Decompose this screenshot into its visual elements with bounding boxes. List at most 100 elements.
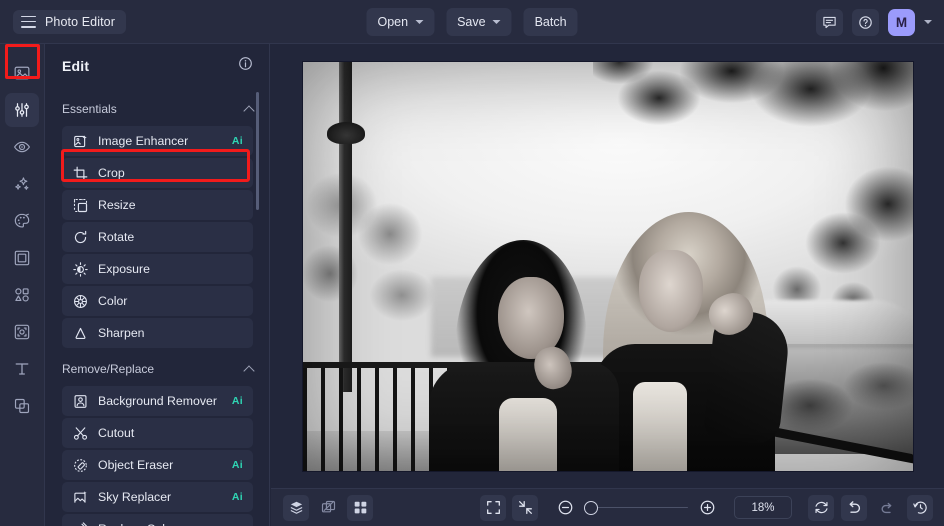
- chevron-down-icon: [415, 20, 424, 24]
- resize-icon: [72, 198, 89, 213]
- fit-to-screen-button[interactable]: [480, 494, 506, 521]
- sliders-icon: [15, 103, 29, 117]
- panel-scrollbar-thumb[interactable]: [256, 92, 259, 210]
- rail-item-focus[interactable]: [5, 315, 39, 349]
- rail-item-text[interactable]: [5, 352, 39, 386]
- avatar[interactable]: M: [888, 8, 915, 36]
- shapes-icon: [15, 288, 29, 302]
- grid-button[interactable]: [347, 494, 373, 521]
- zoom-in-icon: [700, 500, 714, 515]
- layers-button[interactable]: [283, 494, 309, 521]
- background-remover-icon: [72, 394, 89, 409]
- redo-icon: [881, 502, 892, 513]
- rail-item-shapes[interactable]: [5, 278, 39, 312]
- object-eraser-icon: [72, 458, 89, 473]
- panel-item-background-remover[interactable]: Background Remover Ai: [62, 386, 253, 416]
- panel-item-cutout[interactable]: Cutout: [62, 418, 253, 448]
- collapse-arrows-icon: [518, 501, 532, 514]
- frame-icon: [14, 250, 30, 266]
- panel-item-replace-color[interactable]: Replace Color: [62, 514, 253, 526]
- panel-item-color[interactable]: Color: [62, 286, 253, 316]
- canvas-area[interactable]: [271, 44, 944, 488]
- rail-item-image[interactable]: [5, 56, 39, 90]
- sharpen-icon: [72, 326, 89, 341]
- zoom-slider-track: [584, 506, 688, 509]
- rotate-icon: [72, 230, 89, 245]
- photo-preview[interactable]: [302, 61, 913, 471]
- panel-item-exposure[interactable]: Exposure: [62, 254, 253, 284]
- ai-badge: Ai: [231, 459, 243, 471]
- app-title: Photo Editor: [45, 14, 115, 29]
- ai-badge: Ai: [231, 491, 243, 503]
- save-button[interactable]: Save: [446, 7, 512, 36]
- undo-icon: [849, 500, 861, 513]
- palette-icon: [14, 213, 30, 228]
- reset-button[interactable]: [808, 494, 834, 521]
- zoom-tools: 18%: [480, 494, 792, 521]
- group-header-essentials[interactable]: Essentials: [45, 96, 269, 122]
- panel-item-label: Object Eraser: [98, 458, 174, 472]
- panel-item-resize[interactable]: Resize: [62, 190, 253, 220]
- panel-item-image-enhancer[interactable]: Image Enhancer Ai: [62, 126, 253, 156]
- eyedropper-icon: [72, 521, 89, 526]
- open-button[interactable]: Open: [366, 7, 435, 36]
- top-toolbar: Photo Editor Open Save Batch M: [0, 0, 944, 44]
- panel-item-label: Rotate: [98, 230, 135, 244]
- rail-item-adjust[interactable]: [5, 93, 39, 127]
- feedback-button[interactable]: [816, 8, 843, 36]
- zoom-slider-knob[interactable]: [584, 500, 598, 515]
- panel-item-label: Resize: [98, 198, 136, 212]
- crop-icon: [72, 166, 89, 181]
- eye-icon: [13, 141, 31, 153]
- color-wheel-icon: [72, 294, 89, 309]
- rail-item-retouch[interactable]: [5, 130, 39, 164]
- focus-crop-icon: [14, 324, 30, 340]
- rail-item-effects[interactable]: [5, 167, 39, 201]
- panel-item-crop[interactable]: Crop: [62, 158, 253, 188]
- actual-size-button[interactable]: [512, 494, 538, 521]
- zoom-out-button[interactable]: [552, 495, 578, 521]
- sky-replacer-icon: [72, 490, 89, 505]
- history-tools: [808, 494, 933, 521]
- rail-item-overlay[interactable]: [5, 389, 39, 423]
- view-tools: [283, 494, 373, 521]
- zoom-slider[interactable]: [584, 500, 688, 515]
- layers-overlay-icon: [14, 398, 30, 414]
- panel-item-rotate[interactable]: Rotate: [62, 222, 253, 252]
- batch-label: Batch: [534, 14, 567, 29]
- help-button[interactable]: [852, 8, 879, 36]
- compare-button[interactable]: [315, 495, 341, 521]
- photo-editor-app: Photo Editor Open Save Batch M Edit Esse…: [0, 0, 944, 526]
- panel-item-sky-replacer[interactable]: Sky Replacer Ai: [62, 482, 253, 512]
- chevron-down-icon[interactable]: [924, 20, 932, 24]
- photo-vignette: [303, 62, 913, 471]
- history-icon: [912, 501, 927, 514]
- reset-icon: [814, 501, 828, 514]
- group-header-remove-replace[interactable]: Remove/Replace: [45, 356, 269, 382]
- panel-item-object-eraser[interactable]: Object Eraser Ai: [62, 450, 253, 480]
- panel-scrollbar[interactable]: [256, 92, 259, 262]
- account-area: M: [816, 0, 932, 44]
- help-circle-icon: [859, 15, 872, 29]
- exposure-icon: [72, 261, 89, 277]
- redo-button[interactable]: [874, 495, 900, 521]
- rail-item-color[interactable]: [5, 204, 39, 238]
- text-icon: [15, 363, 29, 375]
- zoom-in-button[interactable]: [694, 495, 720, 521]
- undo-button[interactable]: [841, 494, 867, 521]
- app-menu-button[interactable]: Photo Editor: [13, 9, 126, 34]
- fit-to-screen-icon: [486, 501, 500, 514]
- panel-item-sharpen[interactable]: Sharpen: [62, 318, 253, 348]
- layers-icon: [290, 501, 302, 514]
- file-actions: Open Save Batch: [366, 7, 578, 36]
- zoom-out-icon: [558, 500, 572, 515]
- batch-button[interactable]: Batch: [523, 7, 578, 36]
- rail-item-frame[interactable]: [5, 241, 39, 275]
- ai-badge: Ai: [231, 395, 243, 407]
- open-label: Open: [377, 14, 409, 29]
- info-circle-icon[interactable]: [238, 56, 253, 76]
- group-label: Essentials: [62, 102, 117, 116]
- zoom-level-field[interactable]: 18%: [734, 496, 792, 519]
- chevron-up-icon: [243, 364, 255, 377]
- history-button[interactable]: [907, 494, 933, 521]
